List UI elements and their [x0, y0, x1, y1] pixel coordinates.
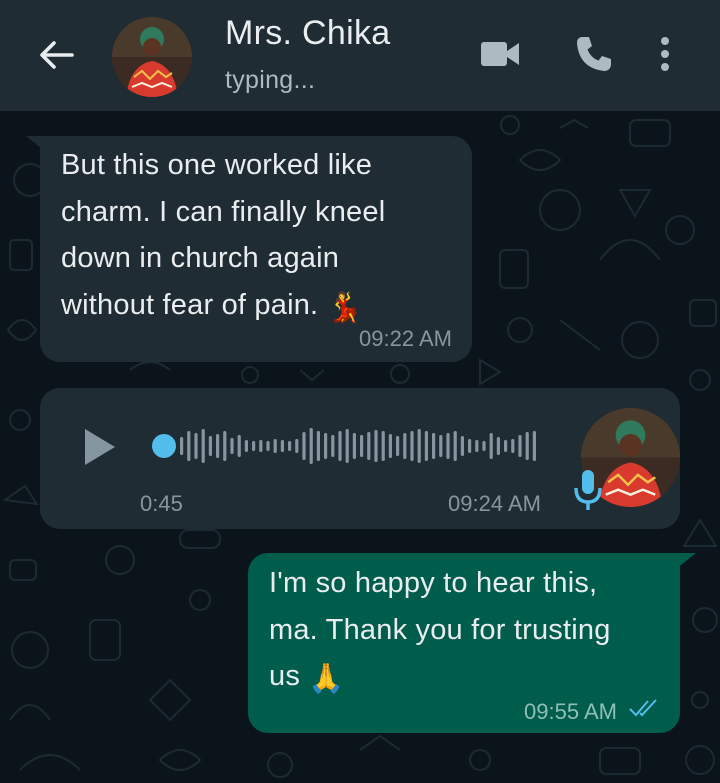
video-camera-icon [480, 40, 520, 73]
waveform-bar [187, 431, 191, 461]
waveform-bar [252, 441, 256, 451]
message-line-text: us [269, 660, 301, 692]
dancer-emoji: 💃 [326, 291, 363, 324]
message-line-text: without fear of pain. [61, 288, 319, 321]
voice-duration: 0:45 [140, 491, 183, 516]
waveform-bar [237, 435, 241, 457]
waveform-bar [410, 431, 414, 461]
message-line: But this one worked like [61, 149, 373, 181]
video-call-button[interactable] [474, 32, 526, 80]
waveform-bar [525, 432, 529, 460]
waveform-bar [288, 441, 292, 451]
microphone-icon [572, 468, 604, 512]
waveform-bar [388, 434, 392, 458]
chat-header: Mrs. Chika typing... [0, 0, 720, 111]
waveform-bar [374, 430, 378, 462]
waveform-bar [280, 440, 284, 452]
message-line: down in church again [61, 242, 340, 274]
waveform-bar [504, 440, 508, 452]
waveform-bar [259, 440, 263, 452]
audio-waveform[interactable] [150, 422, 542, 470]
folded-hands-emoji: 🙏 [308, 663, 345, 695]
play-icon [83, 427, 117, 472]
message-line: charm. I can finally kneel [61, 195, 386, 228]
waveform-bar [460, 436, 464, 456]
waveform-bar [180, 437, 184, 455]
message-text: But this one worked like charm. I can fi… [61, 142, 461, 331]
message-line: I'm so happy to hear this, [269, 567, 598, 599]
waveform-bar [302, 432, 306, 460]
waveform-bar [453, 431, 457, 461]
more-options-button[interactable] [650, 32, 680, 80]
waveform-bar [475, 440, 479, 452]
waveform-bar [345, 429, 349, 463]
waveform-bar [439, 435, 443, 457]
waveform-bar [273, 439, 277, 453]
waveform-bar [352, 433, 356, 459]
waveform-bar [511, 439, 515, 453]
more-vert-icon [660, 36, 670, 77]
waveform-bar [208, 436, 212, 456]
message-time: 09:24 AM [448, 491, 541, 516]
waveform-bar [518, 435, 522, 457]
voice-call-button[interactable] [568, 32, 620, 80]
outgoing-message[interactable]: I'm so happy to hear this, ma. Thank you… [248, 553, 680, 733]
waveform-bar [266, 441, 270, 451]
waveform-bar [482, 441, 486, 451]
typing-status: typing... [225, 66, 316, 94]
waveform-bar [230, 438, 234, 454]
waveform-bar [446, 433, 450, 459]
waveform-bar [468, 439, 472, 453]
message-line: without fear of pain. 💃 [61, 282, 461, 332]
avatar-photo [112, 17, 192, 97]
audio-scrubber[interactable] [152, 434, 176, 458]
waveform-bar [496, 437, 500, 455]
waveform-bar [424, 431, 428, 461]
incoming-message[interactable]: But this one worked like charm. I can fi… [40, 136, 472, 362]
waveform-bar [403, 433, 407, 459]
message-text: I'm so happy to hear this, ma. Thank you… [269, 560, 669, 703]
waveform-bar [309, 428, 313, 464]
waveform-bar [216, 434, 220, 458]
voice-message[interactable]: 0:45 09:24 AM [40, 388, 680, 529]
waveform-bar [194, 433, 198, 459]
waveform-bar [432, 433, 436, 459]
waveform-bar [489, 433, 493, 459]
waveform-bar [381, 431, 385, 461]
play-button[interactable] [78, 426, 122, 472]
contact-avatar[interactable] [112, 17, 192, 97]
waveform-bar [244, 440, 248, 452]
waveform-bar [367, 432, 371, 460]
waveform-bar [338, 431, 342, 461]
back-button[interactable] [30, 34, 82, 80]
waveform-bar [295, 439, 299, 453]
arrow-left-icon [38, 40, 74, 75]
message-line: us 🙏 [269, 653, 669, 703]
waveform-bar [396, 436, 400, 456]
message-line: ma. Thank you for trusting [269, 613, 611, 646]
waveform-bar [532, 431, 536, 461]
waveform-bar [417, 429, 421, 463]
double-check-icon [629, 699, 657, 717]
phone-icon [575, 35, 613, 78]
waveform-bar [331, 435, 335, 457]
waveform-bar [324, 433, 328, 459]
message-time: 09:22 AM [359, 326, 452, 351]
message-time: 09:55 AM [524, 699, 617, 724]
waveform-bar [223, 431, 227, 461]
waveform-bar [316, 431, 320, 461]
waveform-bar [360, 435, 364, 457]
contact-name[interactable]: Mrs. Chika [225, 14, 390, 53]
waveform-bar [201, 429, 205, 463]
